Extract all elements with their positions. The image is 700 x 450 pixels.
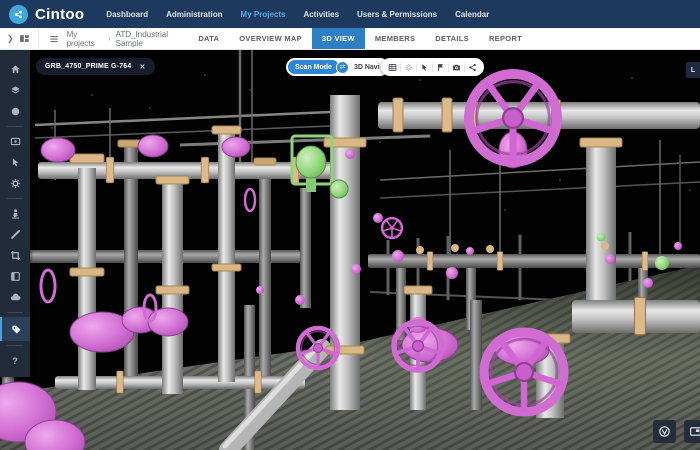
tab-data[interactable]: DATA — [188, 28, 229, 49]
project-tabs: DATA OVERVIEW MAP 3D VIEW MEMBERS DETAIL… — [188, 28, 532, 49]
flag-icon — [436, 63, 445, 72]
sidebar-item-pointcloud[interactable] — [0, 101, 30, 122]
cintoo-logo-icon — [9, 5, 28, 24]
viewport-3d: ? GRB_4750_PRIME G-764 ✕ Scan Mode ⇄ 3D … — [0, 50, 700, 450]
viewer-sidebar: ? — [0, 50, 30, 377]
snapshot-button[interactable] — [449, 58, 464, 76]
divider — [7, 198, 23, 199]
nav-item-users-permissions[interactable]: Users & Permissions — [357, 10, 437, 19]
cursor-icon — [420, 63, 429, 72]
screen-icon — [689, 425, 700, 438]
help-icon: ? — [12, 356, 18, 366]
tag-chip[interactable]: GRB_4750_PRIME G-764 ✕ — [36, 58, 155, 75]
gear-icon — [10, 178, 21, 189]
divider — [38, 28, 39, 49]
mode-toggle: Scan Mode ⇄ 3D Navi — [286, 58, 389, 76]
divider — [7, 345, 23, 346]
grid-button[interactable] — [385, 58, 400, 76]
menu-icon[interactable] — [49, 34, 59, 44]
tag-icon — [11, 324, 22, 335]
panel-icon — [10, 271, 21, 282]
divider — [7, 126, 23, 127]
breadcrumb-separator: › — [108, 34, 111, 43]
nav-item-my-projects[interactable]: My Projects — [241, 10, 286, 19]
fullscreen-button[interactable] — [684, 420, 700, 443]
sidebar-item-measure[interactable] — [0, 224, 30, 245]
top-navbar: Cintoo Dashboard Administration My Proje… — [0, 0, 700, 28]
sidebar-item-notes[interactable] — [0, 266, 30, 287]
measure-icon — [10, 229, 21, 240]
scan-mode-button[interactable]: Scan Mode — [288, 60, 339, 74]
nav-item-activities[interactable]: Activities — [303, 10, 339, 19]
layers-panel-button[interactable]: L — [686, 62, 700, 78]
globe-icon — [658, 425, 671, 438]
brand-logo[interactable]: Cintoo — [9, 5, 84, 24]
close-icon[interactable]: ✕ — [139, 63, 145, 71]
sidebar-item-crop[interactable] — [0, 245, 30, 266]
collapse-chevron-icon[interactable]: ❯ — [7, 34, 14, 43]
tab-3d-view[interactable]: 3D VIEW — [312, 28, 365, 49]
navigation-globe-button[interactable] — [653, 420, 676, 443]
tab-report[interactable]: REPORT — [479, 28, 532, 49]
divider — [7, 312, 23, 313]
brand-name: Cintoo — [35, 6, 84, 23]
sidebar-item-walkthrough[interactable] — [0, 203, 30, 224]
share-button[interactable] — [465, 58, 480, 76]
pointer-icon — [10, 157, 21, 168]
breadcrumb: ❯ My projects › ATD_Industrial Sample — [0, 28, 188, 49]
tag-chip-label: GRB_4750_PRIME G-764 — [45, 63, 131, 70]
tab-details[interactable]: DETAILS — [425, 28, 479, 49]
screen-icon — [10, 136, 21, 147]
breadcrumb-root[interactable]: My projects — [67, 30, 103, 48]
sphere-icon — [10, 106, 21, 117]
sidebar-item-layers[interactable] — [0, 80, 30, 101]
crop-icon — [10, 250, 21, 261]
sidebar-item-home[interactable] — [0, 59, 30, 80]
sidebar-item-help[interactable]: ? — [0, 350, 30, 371]
nav-item-dashboard[interactable]: Dashboard — [106, 10, 148, 19]
sidebar-item-views[interactable] — [0, 131, 30, 152]
settings-button[interactable] — [401, 58, 416, 76]
swap-icon[interactable]: ⇄ — [336, 61, 349, 74]
cloud-icon — [10, 292, 21, 303]
panes-icon[interactable] — [19, 33, 30, 44]
viewer-toolbar — [381, 58, 484, 76]
home-icon — [10, 64, 21, 75]
3d-viewport-canvas[interactable] — [0, 50, 700, 450]
main-nav: Dashboard Administration My Projects Act… — [106, 10, 489, 19]
nav-item-administration[interactable]: Administration — [166, 10, 222, 19]
tab-overview-map[interactable]: OVERVIEW MAP — [229, 28, 312, 49]
sidebar-item-tags[interactable] — [0, 317, 30, 341]
camera-icon — [452, 63, 461, 72]
grid-icon — [388, 63, 397, 72]
sub-bar: ❯ My projects › ATD_Industrial Sample DA… — [0, 28, 700, 50]
select-button[interactable] — [417, 58, 432, 76]
layers-icon — [10, 85, 21, 96]
sidebar-item-settings[interactable] — [0, 173, 30, 194]
flag-button[interactable] — [433, 58, 448, 76]
sidebar-item-select[interactable] — [0, 152, 30, 173]
share-icon — [468, 63, 477, 72]
pegman-icon — [10, 208, 21, 219]
breadcrumb-current: ATD_Industrial Sample — [116, 30, 189, 48]
tab-members[interactable]: MEMBERS — [365, 28, 425, 49]
sidebar-item-cloud[interactable] — [0, 287, 30, 308]
nav-item-calendar[interactable]: Calendar — [455, 10, 489, 19]
gear-icon — [404, 63, 413, 72]
